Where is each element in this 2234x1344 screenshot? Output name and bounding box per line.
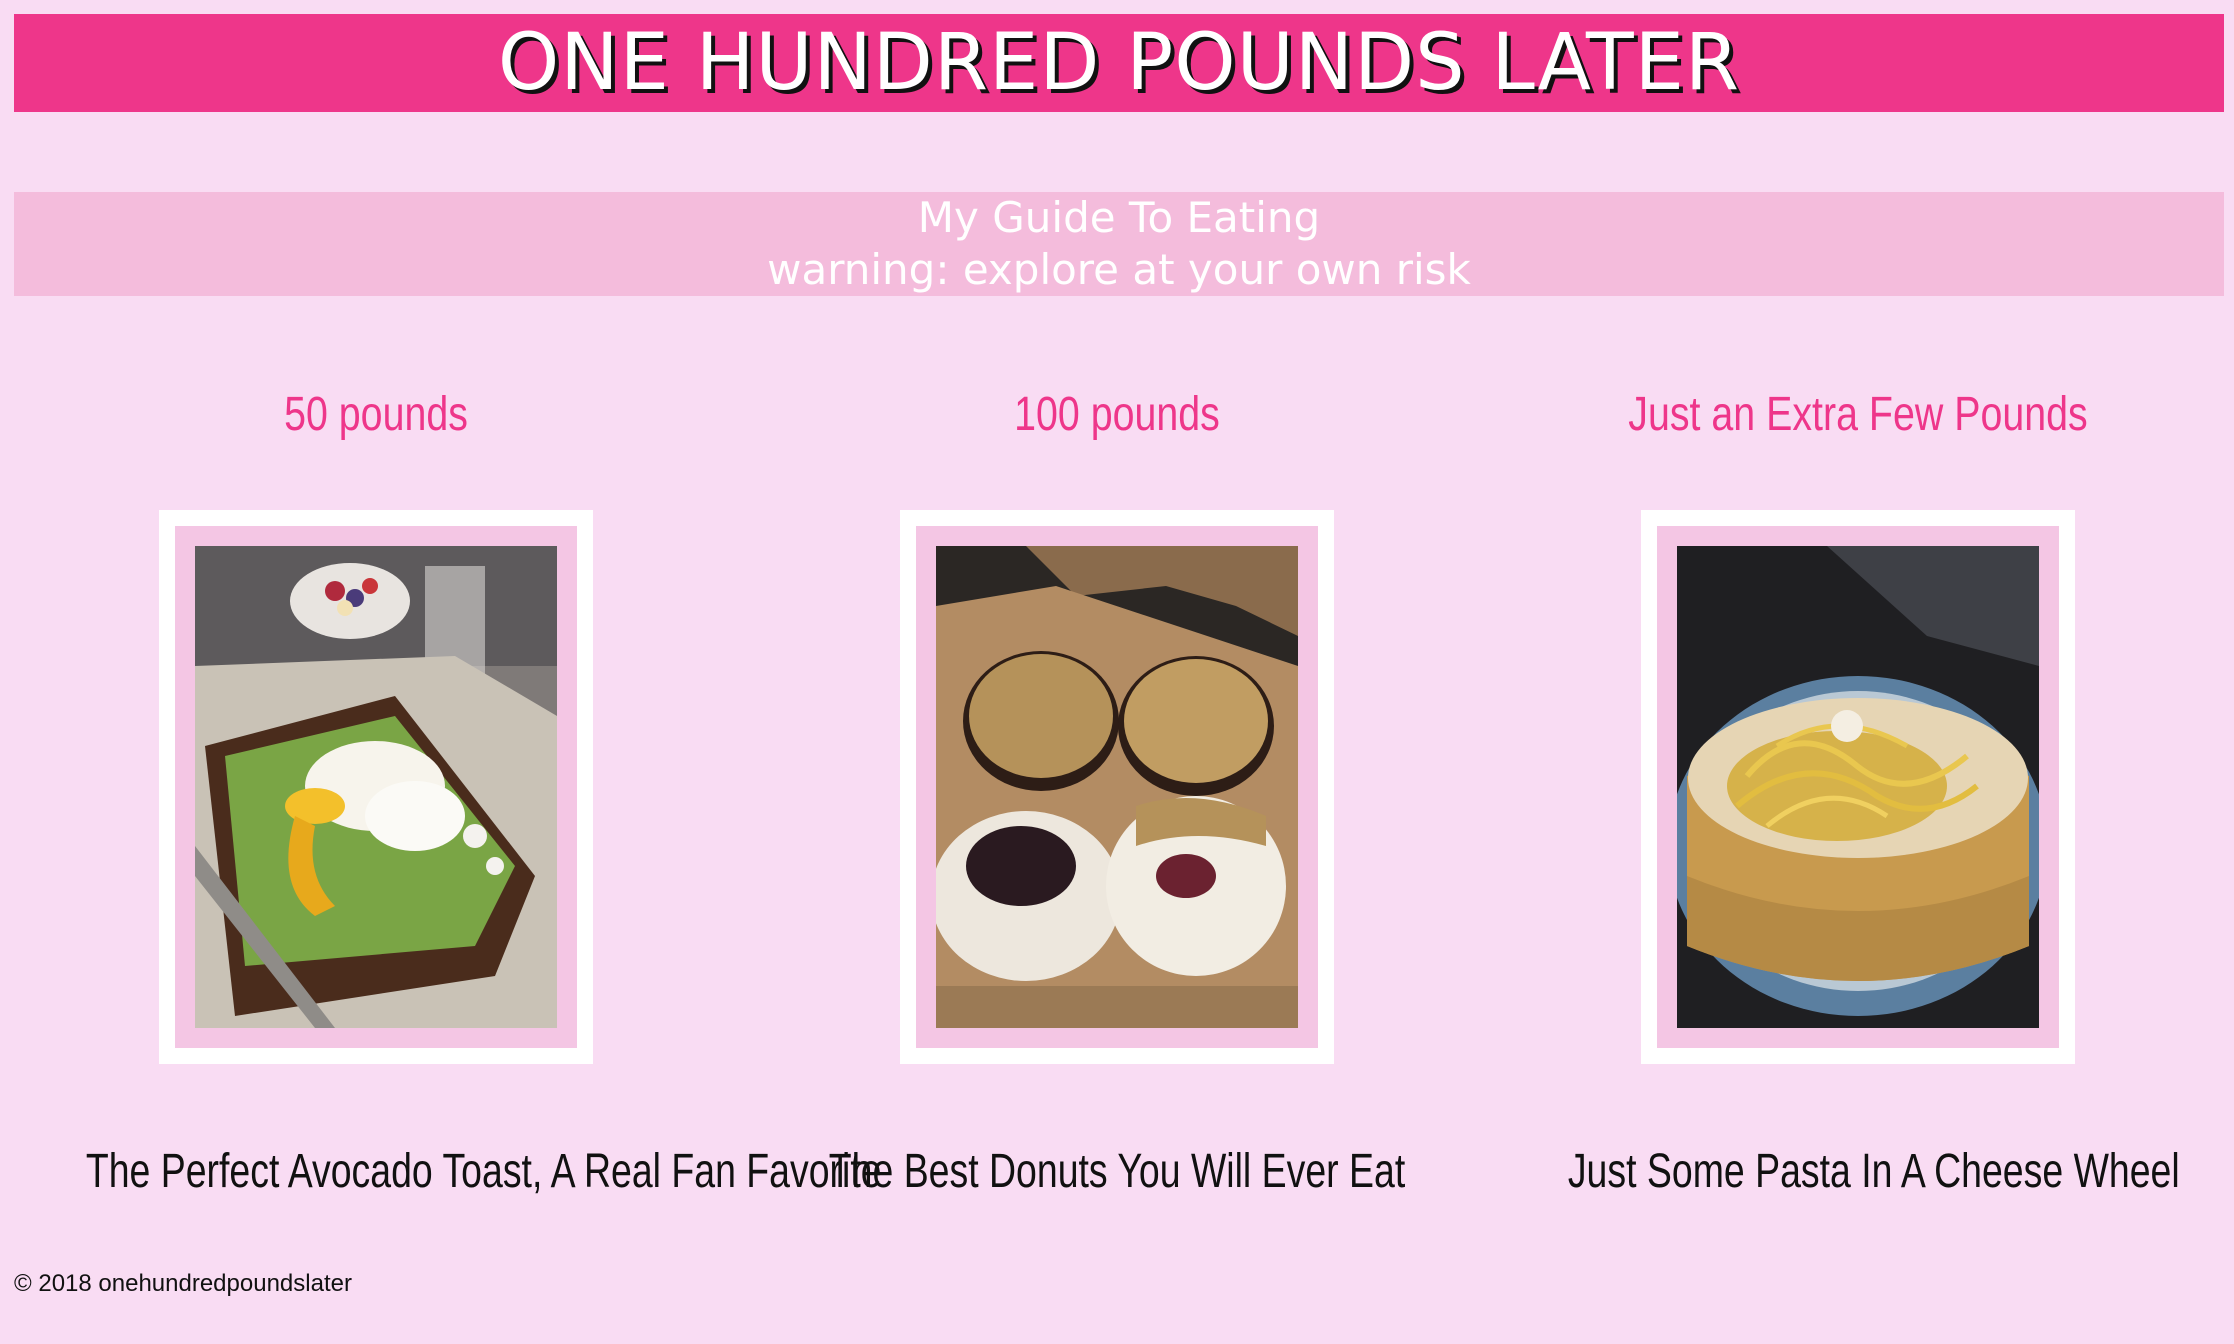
photo-frame[interactable]: [159, 510, 593, 1064]
column-heading[interactable]: 100 pounds: [812, 360, 1422, 470]
column-heading[interactable]: Just an Extra Few Pounds: [1553, 360, 2163, 470]
column-caption[interactable]: Just Some Pasta In A Cheese Wheel: [1568, 1144, 2180, 1199]
column-extra-few-pounds: Just an Extra Few Pounds Just Some Pasta…: [1486, 360, 2230, 1199]
photo-frame[interactable]: [1641, 510, 2075, 1064]
column-100-pounds: 100 pounds The Best Donuts You Will Ever…: [745, 360, 1489, 1199]
photo-frame-inner: [916, 526, 1318, 1048]
copyright-footer: © 2018 onehundredpoundslater: [14, 1270, 352, 1297]
tagline-bar: My Guide To Eating warning: explore at y…: [14, 192, 2224, 296]
site-title[interactable]: ONE HUNDRED POUNDS LATER: [498, 18, 1740, 108]
tagline-line-2: warning: explore at your own risk: [767, 245, 1471, 294]
tagline-line-1: My Guide To Eating: [917, 193, 1321, 242]
photo-frame-inner: [175, 526, 577, 1048]
avocado-toast-photo[interactable]: [195, 546, 557, 1028]
photo-frame-inner: [1657, 526, 2059, 1048]
photo-frame[interactable]: [900, 510, 1334, 1064]
column-heading[interactable]: 50 pounds: [71, 360, 681, 470]
donuts-photo[interactable]: [936, 546, 1298, 1028]
column-50-pounds: 50 pounds The Perfect Avocado Toast, A R…: [4, 360, 882, 1199]
column-caption[interactable]: The Perfect Avocado Toast, A Real Fan Fa…: [86, 1144, 882, 1199]
column-caption[interactable]: The Best Donuts You Will Ever Eat: [827, 1144, 1407, 1199]
site-banner: ONE HUNDRED POUNDS LATER: [14, 14, 2224, 112]
pasta-cheese-wheel-photo[interactable]: [1677, 546, 2039, 1028]
